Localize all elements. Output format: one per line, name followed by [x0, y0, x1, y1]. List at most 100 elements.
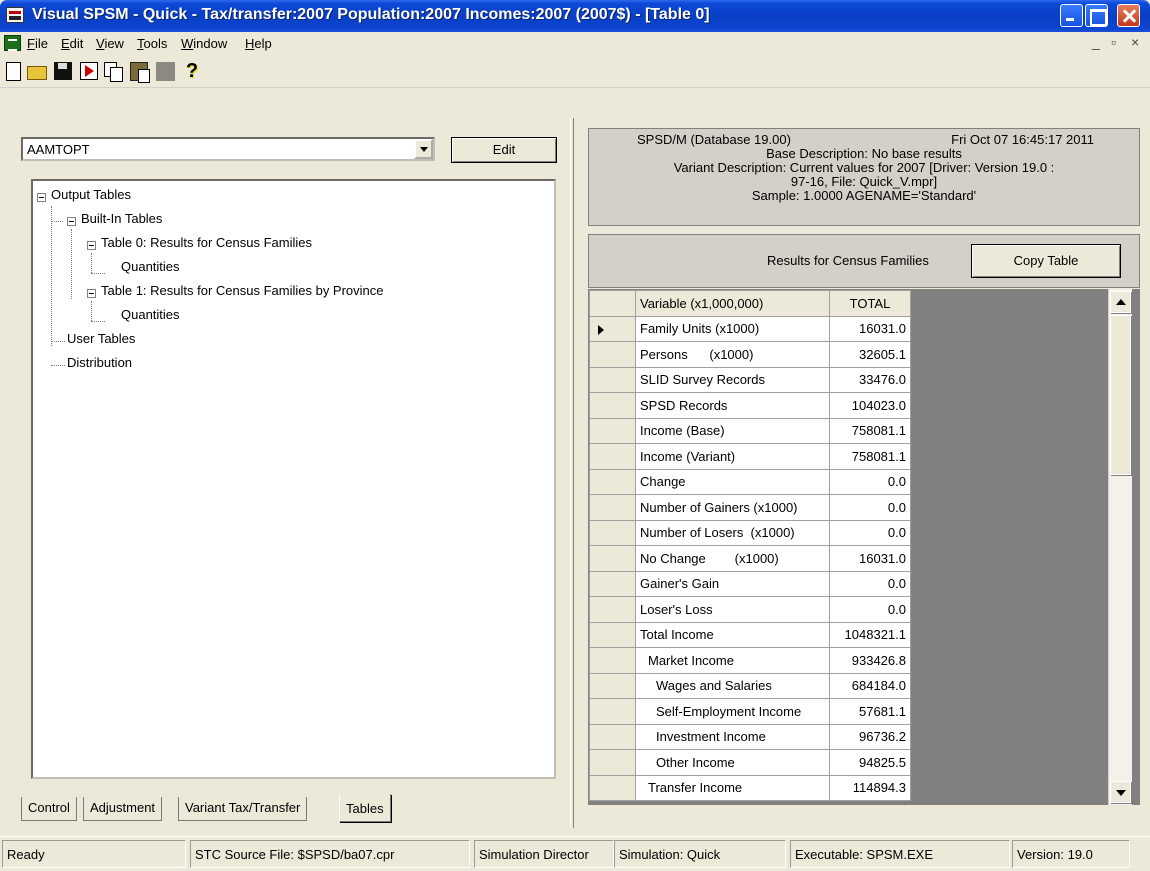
minimize-button[interactable] — [1060, 4, 1083, 27]
cell-total[interactable]: 0.0 — [829, 570, 911, 597]
collapse-icon[interactable] — [37, 193, 46, 202]
cell-variable[interactable]: Number of Losers (x1000) — [635, 519, 830, 546]
edit-button[interactable]: Edit — [451, 137, 557, 163]
row-indicator[interactable] — [589, 417, 636, 444]
table-row[interactable]: Wages and Salaries 684184.0 — [589, 672, 911, 699]
row-indicator[interactable] — [589, 545, 636, 572]
tree-table-0[interactable]: Table 0: Results for Census Families — [101, 235, 312, 250]
cell-variable[interactable]: Market Income — [635, 647, 830, 674]
cell-total[interactable]: 94825.5 — [829, 749, 911, 776]
cell-variable[interactable]: Total Income — [635, 621, 830, 648]
row-indicator[interactable] — [589, 723, 636, 750]
cell-total[interactable]: 16031.0 — [829, 315, 911, 342]
tree-built-in-tables[interactable]: Built-In Tables — [81, 211, 162, 226]
mdi-restore-icon[interactable]: ▫ — [1111, 34, 1116, 50]
table-row[interactable]: Number of Losers (x1000) 0.0 — [589, 519, 911, 546]
tree-table-0-quantities[interactable]: Quantities — [121, 259, 180, 274]
cell-total[interactable]: 758081.1 — [829, 417, 911, 444]
cell-total[interactable]: 33476.0 — [829, 366, 911, 393]
table-row[interactable]: Transfer Income 114894.3 — [589, 774, 911, 801]
tab-tables[interactable]: Tables — [339, 794, 391, 822]
grid-scrollbar[interactable] — [1108, 289, 1132, 805]
row-indicator[interactable] — [589, 749, 636, 776]
tree-table-1[interactable]: Table 1: Results for Census Families by … — [101, 283, 384, 298]
table-row[interactable]: Persons (x1000) 32605.1 — [589, 341, 911, 368]
cell-variable[interactable]: SLID Survey Records — [635, 366, 830, 393]
table-row[interactable]: Income (Base) 758081.1 — [589, 417, 911, 444]
cell-variable[interactable]: Income (Variant) — [635, 443, 830, 470]
menu-file[interactable]: File — [27, 36, 48, 51]
results-grid[interactable]: Variable (x1,000,000) TOTAL Family Units… — [588, 289, 1140, 805]
column-header-total[interactable]: TOTAL — [829, 290, 911, 317]
cell-variable[interactable]: Gainer's Gain — [635, 570, 830, 597]
row-indicator[interactable] — [589, 366, 636, 393]
table-row[interactable]: Investment Income 96736.2 — [589, 723, 911, 750]
cell-total[interactable]: 684184.0 — [829, 672, 911, 699]
cell-total[interactable]: 16031.0 — [829, 545, 911, 572]
cell-variable[interactable]: SPSD Records — [635, 392, 830, 419]
cell-total[interactable]: 0.0 — [829, 519, 911, 546]
row-indicator[interactable] — [589, 392, 636, 419]
row-indicator[interactable] — [589, 468, 636, 495]
row-indicator[interactable] — [589, 494, 636, 521]
help-icon[interactable]: ? — [184, 60, 200, 82]
cell-variable[interactable]: Investment Income — [635, 723, 830, 750]
cell-variable[interactable]: Self-Employment Income — [635, 698, 830, 725]
table-row[interactable]: Total Income 1048321.1 — [589, 621, 911, 648]
cell-total[interactable]: 1048321.1 — [829, 621, 911, 648]
cell-variable[interactable]: Number of Gainers (x1000) — [635, 494, 830, 521]
scroll-down-icon[interactable] — [1110, 781, 1131, 803]
tab-control[interactable]: Control — [21, 797, 77, 821]
tree-distribution[interactable]: Distribution — [67, 355, 132, 370]
chevron-down-icon[interactable] — [414, 139, 433, 159]
tree-output-tables[interactable]: Output Tables — [51, 187, 131, 202]
table-row[interactable]: Loser's Loss 0.0 — [589, 596, 911, 623]
table-row[interactable]: Income (Variant) 758081.1 — [589, 443, 911, 470]
collapse-icon[interactable] — [87, 241, 96, 250]
menu-tools[interactable]: Tools — [137, 36, 167, 51]
copy-table-button[interactable]: Copy Table — [971, 244, 1121, 278]
menu-view[interactable]: View — [96, 36, 124, 51]
tree-table-1-quantities[interactable]: Quantities — [121, 307, 180, 322]
collapse-icon[interactable] — [67, 217, 76, 226]
cell-total[interactable]: 96736.2 — [829, 723, 911, 750]
cell-total[interactable]: 104023.0 — [829, 392, 911, 419]
tab-variant-tax-transfer[interactable]: Variant Tax/Transfer — [178, 797, 308, 821]
row-indicator[interactable] — [589, 596, 636, 623]
cell-total[interactable]: 57681.1 — [829, 698, 911, 725]
scroll-thumb[interactable] — [1110, 315, 1131, 475]
table-row[interactable]: Number of Gainers (x1000) 0.0 — [589, 494, 911, 521]
table-row[interactable]: Family Units (x1000) 16031.0 — [589, 315, 911, 342]
pane-splitter[interactable] — [570, 118, 574, 828]
tab-adjustment[interactable]: Adjustment — [83, 797, 163, 821]
row-indicator[interactable] — [589, 672, 636, 699]
row-indicator[interactable] — [589, 443, 636, 470]
document-icon[interactable] — [4, 35, 21, 51]
new-icon[interactable] — [6, 62, 21, 81]
cell-total[interactable]: 32605.1 — [829, 341, 911, 368]
menu-window[interactable]: Window — [181, 36, 227, 51]
cell-variable[interactable]: Persons (x1000) — [635, 341, 830, 368]
cell-total[interactable]: 0.0 — [829, 468, 911, 495]
cell-variable[interactable]: No Change (x1000) — [635, 545, 830, 572]
cell-variable[interactable]: Change — [635, 468, 830, 495]
cell-variable[interactable]: Other Income — [635, 749, 830, 776]
cell-variable[interactable]: Transfer Income — [635, 774, 830, 801]
cell-total[interactable]: 0.0 — [829, 596, 911, 623]
row-indicator[interactable] — [589, 315, 636, 342]
cell-variable[interactable]: Loser's Loss — [635, 596, 830, 623]
row-indicator[interactable] — [589, 341, 636, 368]
cell-total[interactable]: 758081.1 — [829, 443, 911, 470]
table-row[interactable]: Other Income 94825.5 — [589, 749, 911, 776]
cell-total[interactable]: 114894.3 — [829, 774, 911, 801]
scroll-up-icon[interactable] — [1110, 291, 1131, 313]
row-indicator[interactable] — [589, 647, 636, 674]
tree-user-tables[interactable]: User Tables — [67, 331, 135, 346]
cell-variable[interactable]: Wages and Salaries — [635, 672, 830, 699]
maximize-button[interactable] — [1085, 4, 1108, 27]
table-row[interactable]: Change 0.0 — [589, 468, 911, 495]
app-icon[interactable] — [6, 7, 24, 23]
menu-help[interactable]: Help — [245, 36, 272, 51]
row-indicator[interactable] — [589, 570, 636, 597]
row-indicator[interactable] — [589, 519, 636, 546]
